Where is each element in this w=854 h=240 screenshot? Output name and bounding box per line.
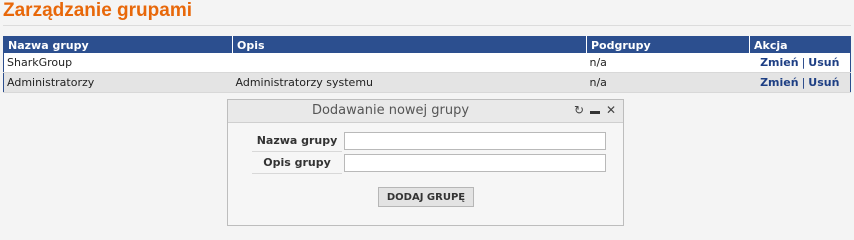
group-description-cell: Administratorzy systemu (232, 72, 587, 93)
column-header-subgroups[interactable]: Podgrupy (586, 36, 750, 53)
page-title: Zarządzanie grupami (3, 0, 192, 21)
group-name-input[interactable] (344, 132, 606, 150)
group-action-cell: Zmień | Usuń (749, 72, 851, 93)
add-group-dialog: Dodawanie nowej grupy ↻ ✕ Nazwa grupy Op… (227, 99, 624, 226)
dialog-title: Dodawanie nowej grupy (311, 103, 470, 118)
edit-group-link[interactable]: Zmień (760, 56, 799, 69)
group-subgroups-cell: n/a (586, 72, 750, 93)
group-action-cell: Zmień | Usuń (749, 53, 851, 73)
group-description-label: Opis grupy (252, 153, 342, 174)
delete-group-link[interactable]: Usuń (808, 56, 839, 69)
action-separator: | (801, 76, 806, 89)
form-row-group-name: Nazwa grupy (252, 131, 606, 152)
edit-group-link[interactable]: Zmień (760, 76, 799, 89)
groups-table: Nazwa grupy Opis Podgrupy Akcja SharkGro… (3, 36, 851, 93)
group-name-cell: Administratorzy (3, 72, 233, 93)
refresh-icon[interactable]: ↻ (573, 102, 585, 118)
form-row-group-description: Opis grupy (252, 153, 606, 174)
minimize-icon[interactable] (589, 102, 601, 118)
close-icon[interactable]: ✕ (605, 102, 617, 118)
column-header-name[interactable]: Nazwa grupy (3, 36, 233, 53)
group-name-label: Nazwa grupy (252, 131, 342, 152)
table-row: SharkGroup n/a Zmień | Usuń (3, 53, 851, 73)
dialog-header[interactable]: Dodawanie nowej grupy ↻ ✕ (228, 100, 623, 123)
group-description-cell (232, 53, 587, 73)
delete-group-link[interactable]: Usuń (808, 76, 839, 89)
title-divider (3, 25, 851, 26)
column-header-description[interactable]: Opis (232, 36, 587, 53)
group-description-input[interactable] (344, 154, 606, 172)
action-separator: | (801, 56, 806, 69)
add-group-button[interactable]: DODAJ GRUPĘ (378, 187, 474, 207)
group-subgroups-cell: n/a (586, 53, 750, 73)
table-row: Administratorzy Administratorzy systemu … (3, 72, 851, 93)
dialog-controls: ↻ ✕ (573, 102, 617, 118)
column-header-action: Akcja (749, 36, 851, 53)
table-header-row: Nazwa grupy Opis Podgrupy Akcja (3, 36, 851, 53)
group-name-cell: SharkGroup (3, 53, 233, 73)
